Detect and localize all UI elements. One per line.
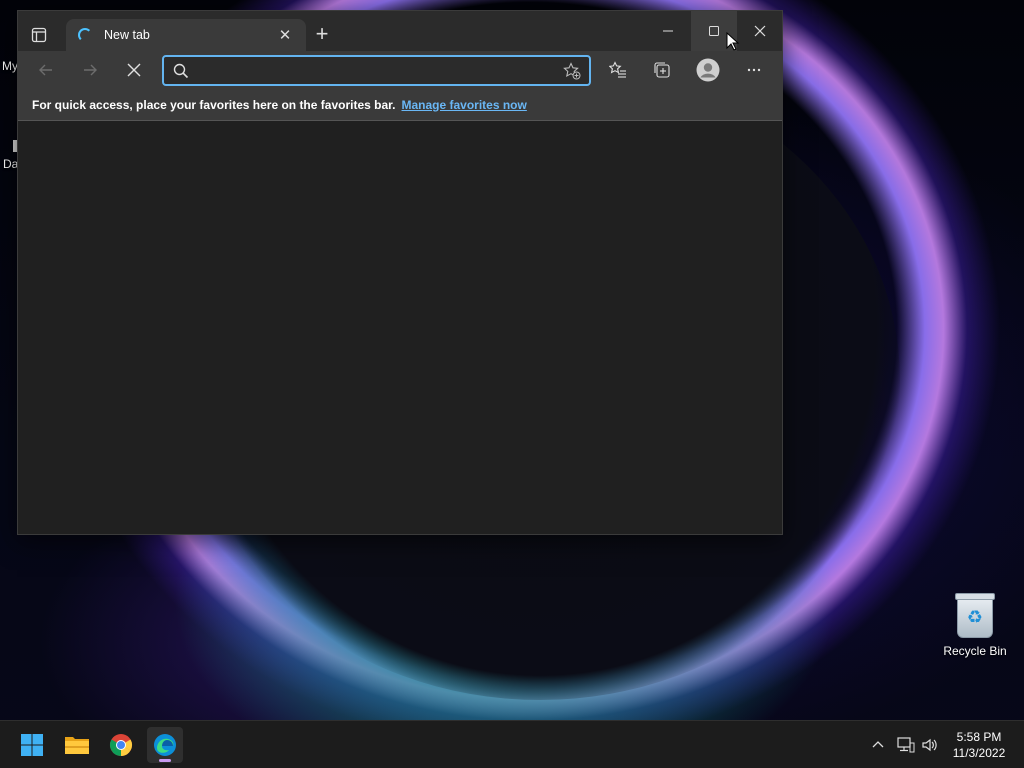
speaker-icon	[922, 738, 937, 752]
browser-toolbar	[18, 51, 782, 89]
network-status-button[interactable]	[896, 735, 916, 755]
recycle-bin-desktop-icon[interactable]: ♻ Recycle Bin	[940, 593, 1010, 658]
active-app-indicator	[159, 759, 171, 762]
close-icon	[754, 25, 766, 37]
file-explorer-taskbar-button[interactable]	[59, 727, 95, 763]
tab-actions-icon	[31, 27, 47, 43]
collections-icon	[654, 62, 670, 78]
show-hidden-icons-button[interactable]	[868, 735, 888, 755]
maximize-icon	[709, 26, 719, 36]
search-icon	[164, 63, 198, 79]
mouse-cursor-icon	[726, 32, 740, 51]
profile-avatar-icon	[696, 58, 720, 82]
close-window-button[interactable]	[737, 11, 783, 51]
tab-actions-button[interactable]	[28, 24, 50, 46]
page-content[interactable]	[18, 122, 782, 534]
more-horizontal-icon	[747, 68, 761, 72]
browser-window: New tab ✕ + For quick access, place your…	[17, 10, 783, 535]
back-button[interactable]	[32, 57, 60, 83]
edge-taskbar-button[interactable]	[147, 727, 183, 763]
manage-favorites-link[interactable]: Manage favorites now	[401, 98, 526, 112]
loading-spinner-icon	[78, 28, 92, 42]
new-tab-button[interactable]: +	[312, 23, 332, 45]
profile-button[interactable]	[694, 57, 722, 83]
address-bar[interactable]	[162, 55, 591, 86]
tab-close-icon[interactable]: ✕	[276, 26, 294, 44]
network-icon	[897, 737, 915, 753]
arrow-left-icon	[39, 64, 52, 76]
collections-button[interactable]	[648, 57, 676, 83]
tab-strip: New tab ✕ +	[18, 11, 782, 51]
stop-icon	[127, 63, 141, 77]
windows-start-icon	[21, 734, 43, 756]
star-add-icon	[563, 61, 581, 79]
stop-loading-button[interactable]	[120, 57, 148, 83]
favorites-button[interactable]	[604, 57, 632, 83]
clock-date: 11/3/2022	[952, 746, 1006, 760]
chevron-up-icon	[872, 741, 884, 748]
address-input[interactable]	[198, 63, 555, 78]
favorites-list-icon	[609, 61, 626, 78]
start-button[interactable]	[14, 727, 50, 763]
desktop-icon-label-partial[interactable]: My	[2, 59, 18, 73]
add-favorite-button[interactable]	[555, 61, 589, 80]
favorites-bar-message: For quick access, place your favorites h…	[32, 97, 396, 112]
minimize-icon	[663, 30, 673, 32]
recycle-bin-icon: ♻	[955, 593, 995, 638]
recycle-bin-label: Recycle Bin	[943, 644, 1007, 658]
edge-icon	[154, 734, 176, 756]
forward-button[interactable]	[76, 57, 104, 83]
chrome-icon	[110, 734, 132, 756]
file-explorer-icon	[65, 737, 89, 754]
arrow-right-icon	[84, 64, 97, 76]
tab-new-tab[interactable]: New tab ✕	[66, 19, 306, 51]
settings-more-button[interactable]	[740, 57, 768, 83]
minimize-button[interactable]	[645, 11, 691, 51]
clock-time: 5:58 PM	[956, 730, 1002, 744]
system-clock[interactable]: 5:58 PM 11/3/2022	[944, 729, 1014, 761]
chrome-taskbar-button[interactable]	[103, 727, 139, 763]
favorites-bar: For quick access, place your favorites h…	[18, 89, 782, 121]
tab-title: New tab	[104, 28, 150, 42]
volume-button[interactable]	[920, 735, 940, 755]
taskbar: 5:58 PM 11/3/2022	[0, 720, 1024, 768]
